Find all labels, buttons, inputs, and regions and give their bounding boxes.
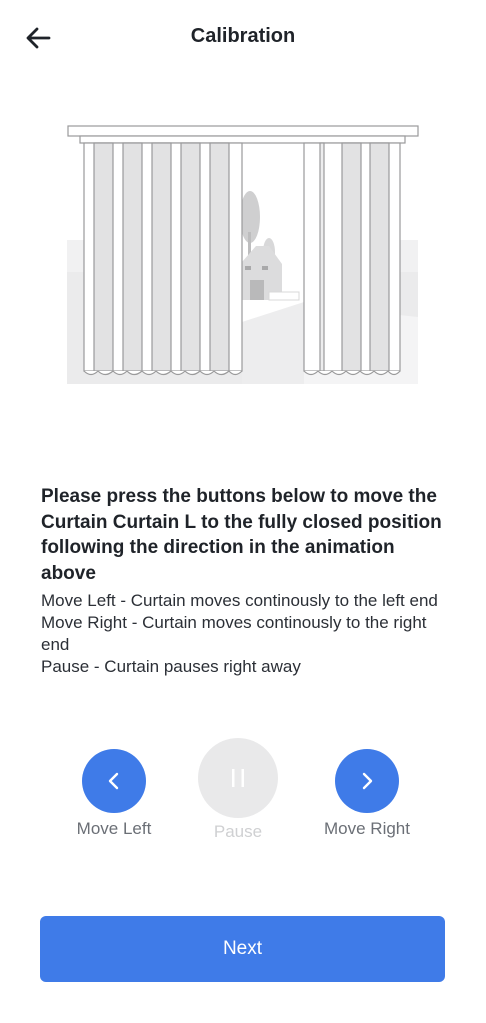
- move-right-button[interactable]: [335, 749, 399, 813]
- move-left-label: Move Left: [76, 819, 152, 838]
- instructions: Please press the buttons below to move t…: [41, 484, 451, 678]
- pause-control: Pause: [188, 738, 288, 842]
- next-button[interactable]: Next: [40, 916, 445, 982]
- chevron-left-icon: [108, 772, 119, 790]
- move-left-control: Move Left: [67, 749, 161, 839]
- move-right-label: Move Right: [324, 819, 410, 838]
- move-left-button[interactable]: [82, 749, 146, 813]
- header-bar: Calibration: [0, 0, 486, 78]
- instructions-heading: Please press the buttons below to move t…: [41, 486, 442, 584]
- page-title: Calibration: [190, 25, 296, 47]
- pause-button[interactable]: [198, 738, 278, 818]
- instruction-pause: Pause - Curtain pauses right away: [41, 657, 301, 676]
- pause-label: Pause: [213, 822, 263, 841]
- instruction-move-right: Move Right - Curtain moves continously t…: [41, 613, 427, 654]
- move-right-control: Move Right: [313, 749, 421, 839]
- chevron-right-icon: [362, 772, 373, 790]
- pause-icon: [232, 769, 244, 787]
- instruction-move-left: Move Left - Curtain moves continously to…: [41, 591, 438, 610]
- curtain-illustration: [64, 122, 422, 388]
